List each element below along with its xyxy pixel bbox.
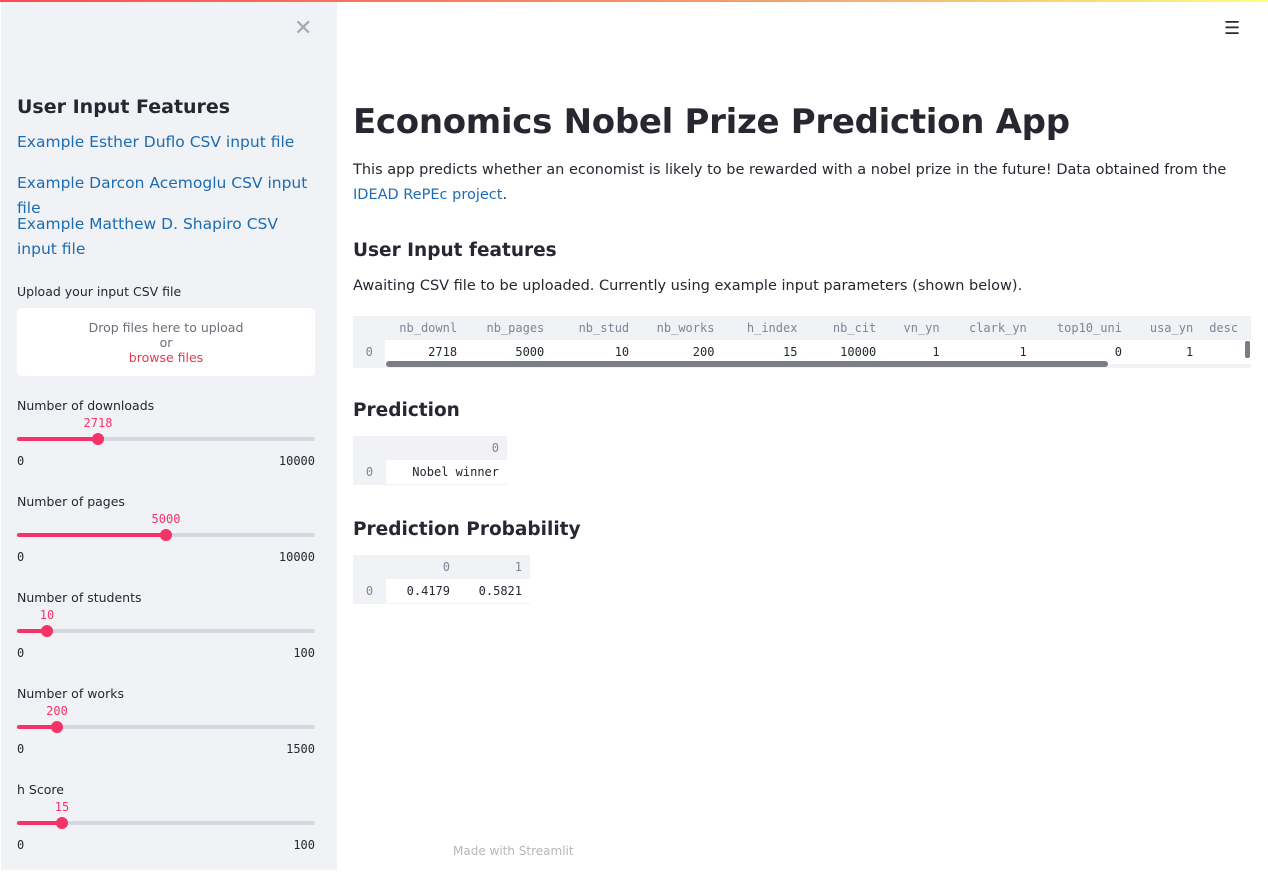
slider-max: 1500 [286,742,315,756]
slider-fill [17,437,98,441]
column-header[interactable]: top10_uni [1034,316,1130,340]
slider-label-works: Number of works [17,686,124,701]
slider-students[interactable]: 10 0 100 [17,608,315,668]
table-row: 0 0.4179 0.5821 [353,579,530,604]
column-header[interactable]: nb_cit [805,316,885,340]
column-header[interactable]: 0 [386,555,458,579]
table-cell: 0.4179 [386,579,458,604]
made-with-streamlit-footer[interactable]: Made with Streamlit [453,844,574,858]
probability-header: Prediction Probability [353,519,581,540]
probability-table[interactable]: 0 1 0 0.4179 0.5821 [353,555,530,604]
repec-link[interactable]: IDEAD RePEc project [353,187,502,203]
slider-min: 0 [17,646,25,660]
table-header-row: 0 1 [353,555,530,579]
awaiting-csv-text: Awaiting CSV file to be uploaded. Curren… [353,278,1023,294]
column-header[interactable]: nb_works [637,316,723,340]
row-index: 0 [353,579,386,604]
column-header[interactable]: 0 [386,436,507,460]
slider-label-pages: Number of pages [17,494,125,509]
description-suffix: . [502,187,508,203]
table-cell: 1 [1129,340,1202,365]
slider-fill [17,533,166,537]
browse-files-button[interactable]: browse files [17,350,315,365]
app-description: This app predicts whether an economist i… [353,158,1233,208]
slider-thumb[interactable] [51,721,63,733]
table-cell: Nobel winner [386,460,507,485]
dropzone-or: or [159,335,173,350]
prediction-table[interactable]: 0 0 Nobel winner [353,436,507,485]
slider-min: 0 [17,454,25,468]
index-header [353,436,386,460]
slider-max: 100 [293,838,315,852]
dropzone-text: Drop files here to upload [88,320,244,335]
description-text: This app predicts whether an economist i… [353,162,1227,178]
table-cell [1201,340,1251,365]
slider-min: 0 [17,550,25,564]
column-header[interactable]: nb_stud [552,316,638,340]
slider-min: 0 [17,742,25,756]
index-header [353,316,386,340]
index-header [353,555,386,579]
table-cell: 0.5821 [458,579,530,604]
slider-thumb[interactable] [92,433,104,445]
input-features-header: User Input features [353,240,557,261]
slider-value: 15 [54,800,70,814]
slider-thumb[interactable] [41,625,53,637]
slider-value: 10 [39,608,55,622]
slider-min: 0 [17,838,25,852]
slider-works[interactable]: 200 0 1500 [17,704,315,764]
slider-pages[interactable]: 5000 0 10000 [17,512,315,572]
slider-label-students: Number of students [17,590,142,605]
column-header[interactable]: clark_yn [947,316,1035,340]
slider-max: 10000 [278,550,315,564]
prediction-header: Prediction [353,400,460,421]
slider-thumb[interactable] [56,817,68,829]
table-header-row: 0 [353,436,507,460]
table-row: 0 Nobel winner [353,460,507,485]
link-esther-duflo-csv[interactable]: Example Esther Duflo CSV input file [17,130,317,155]
slider-max: 10000 [278,454,315,468]
hamburger-menu-icon[interactable]: ☰ [1224,18,1240,39]
slider-label-h-score: h Score [17,782,64,797]
link-matthew-shapiro-csv[interactable]: Example Matthew D. Shapiro CSV input fil… [17,212,317,262]
slider-downloads[interactable]: 2718 0 10000 [17,416,315,476]
slider-h-score[interactable]: 15 0 100 [17,800,315,860]
row-index: 0 [353,340,386,365]
column-header[interactable]: nb_downl [385,316,466,340]
close-icon[interactable]: ✕ [294,16,312,41]
slider-max: 100 [293,646,315,660]
slider-value: 2718 [83,416,113,430]
horizontal-scrollbar[interactable] [386,361,1108,367]
file-dropzone[interactable]: Drop files here to upload or browse file… [17,308,315,376]
slider-track[interactable] [17,629,315,633]
slider-thumb[interactable] [160,529,172,541]
sidebar-title: User Input Features [17,96,231,118]
column-header[interactable]: vn_yn [884,316,948,340]
slider-value: 5000 [151,512,181,526]
upload-label: Upload your input CSV file [17,284,182,299]
table-header-row: nb_downl nb_pages nb_stud nb_works h_ind… [353,316,1251,340]
column-header[interactable]: 1 [458,555,530,579]
page-title: Economics Nobel Prize Prediction App [353,102,1070,142]
sidebar: ✕ User Input Features Example Esther Duf… [1,2,337,870]
column-header[interactable]: desc [1201,316,1251,340]
column-header[interactable]: h_index [722,316,806,340]
vertical-scrollbar[interactable] [1245,341,1250,358]
row-index: 0 [353,460,386,485]
slider-value: 200 [46,704,68,718]
column-header[interactable]: nb_pages [465,316,553,340]
column-header[interactable]: usa_yn [1129,316,1202,340]
input-dataframe: nb_downl nb_pages nb_stud nb_works h_ind… [353,316,1251,365]
slider-label-downloads: Number of downloads [17,398,155,413]
